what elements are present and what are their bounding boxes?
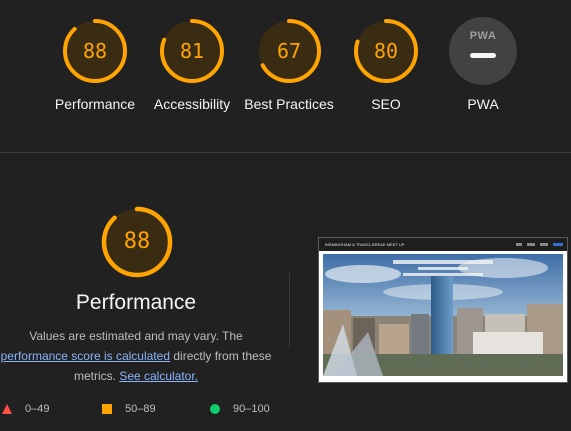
legend-average: 50–89 [102, 403, 156, 415]
performance-main-score: 88 [123, 229, 151, 254]
screenshot-nav [516, 241, 563, 246]
category-gauges: 88 Performance 81 Accessibility 67 Best … [0, 0, 571, 152]
pwa-badge-icon: PWA [449, 17, 517, 85]
pwa-badge-ring: PWA [449, 17, 517, 85]
gauge-accessibility[interactable]: 81 Accessibility [142, 17, 242, 114]
performance-section: 88 Performance Values are estimated and … [0, 153, 571, 431]
pwa-badge-text: PWA [469, 30, 497, 42]
circle-icon [210, 404, 220, 414]
seo-label: SEO [371, 96, 401, 112]
performance-main-gauge: 88 [100, 205, 174, 279]
gauge-performance[interactable]: 88 Performance [45, 17, 145, 114]
pwa-label: PWA [467, 96, 499, 112]
gauge-pwa[interactable]: PWA PWA [433, 17, 533, 114]
accessibility-gauge-ring: 81 [158, 17, 226, 85]
city-skyline-image [323, 254, 563, 376]
pwa-dash-icon [470, 53, 496, 58]
performance-score: 88 [82, 39, 108, 63]
legend-average-range: 50–89 [125, 403, 156, 415]
best-practices-gauge-ring: 67 [255, 17, 323, 85]
screenshot-site-title: BIRMINGHAM & TRAVEL BREAK MEET UP [325, 242, 405, 247]
performance-description: Values are estimated and may vary. The p… [0, 326, 272, 386]
legend-pass: 90–100 [210, 403, 270, 415]
seo-gauge-ring: 80 [352, 17, 420, 85]
triangle-icon [2, 404, 12, 414]
screenshot-site-header: BIRMINGHAM & TRAVEL BREAK MEET UP [319, 238, 567, 251]
performance-heading: Performance [75, 291, 197, 314]
legend-pass-range: 90–100 [233, 403, 270, 415]
performance-gauge-ring: 88 [61, 17, 129, 85]
best-practices-score: 67 [276, 39, 302, 63]
accessibility-label: Accessibility [153, 96, 231, 112]
gauge-best-practices[interactable]: 67 Best Practices [239, 17, 339, 114]
legend-fail-range: 0–49 [25, 403, 50, 415]
description-text-start: Values are estimated and may vary. The [29, 329, 243, 343]
gauge-seo[interactable]: 80 SEO [336, 17, 436, 114]
square-icon [102, 404, 112, 414]
best-practices-label: Best Practices [244, 96, 334, 112]
score-legend: 0–49 50–89 90–100 [0, 403, 571, 423]
performance-score-link[interactable]: performance score is calculated [1, 349, 170, 363]
legend-fail: 0–49 [2, 403, 49, 415]
seo-score: 80 [373, 39, 399, 63]
performance-label: Performance [54, 96, 136, 112]
vertical-divider [289, 273, 290, 347]
page-screenshot-thumbnail[interactable]: BIRMINGHAM & TRAVEL BREAK MEET UP [318, 237, 568, 383]
see-calculator-link[interactable]: See calculator. [119, 369, 198, 383]
accessibility-score: 81 [179, 39, 205, 63]
